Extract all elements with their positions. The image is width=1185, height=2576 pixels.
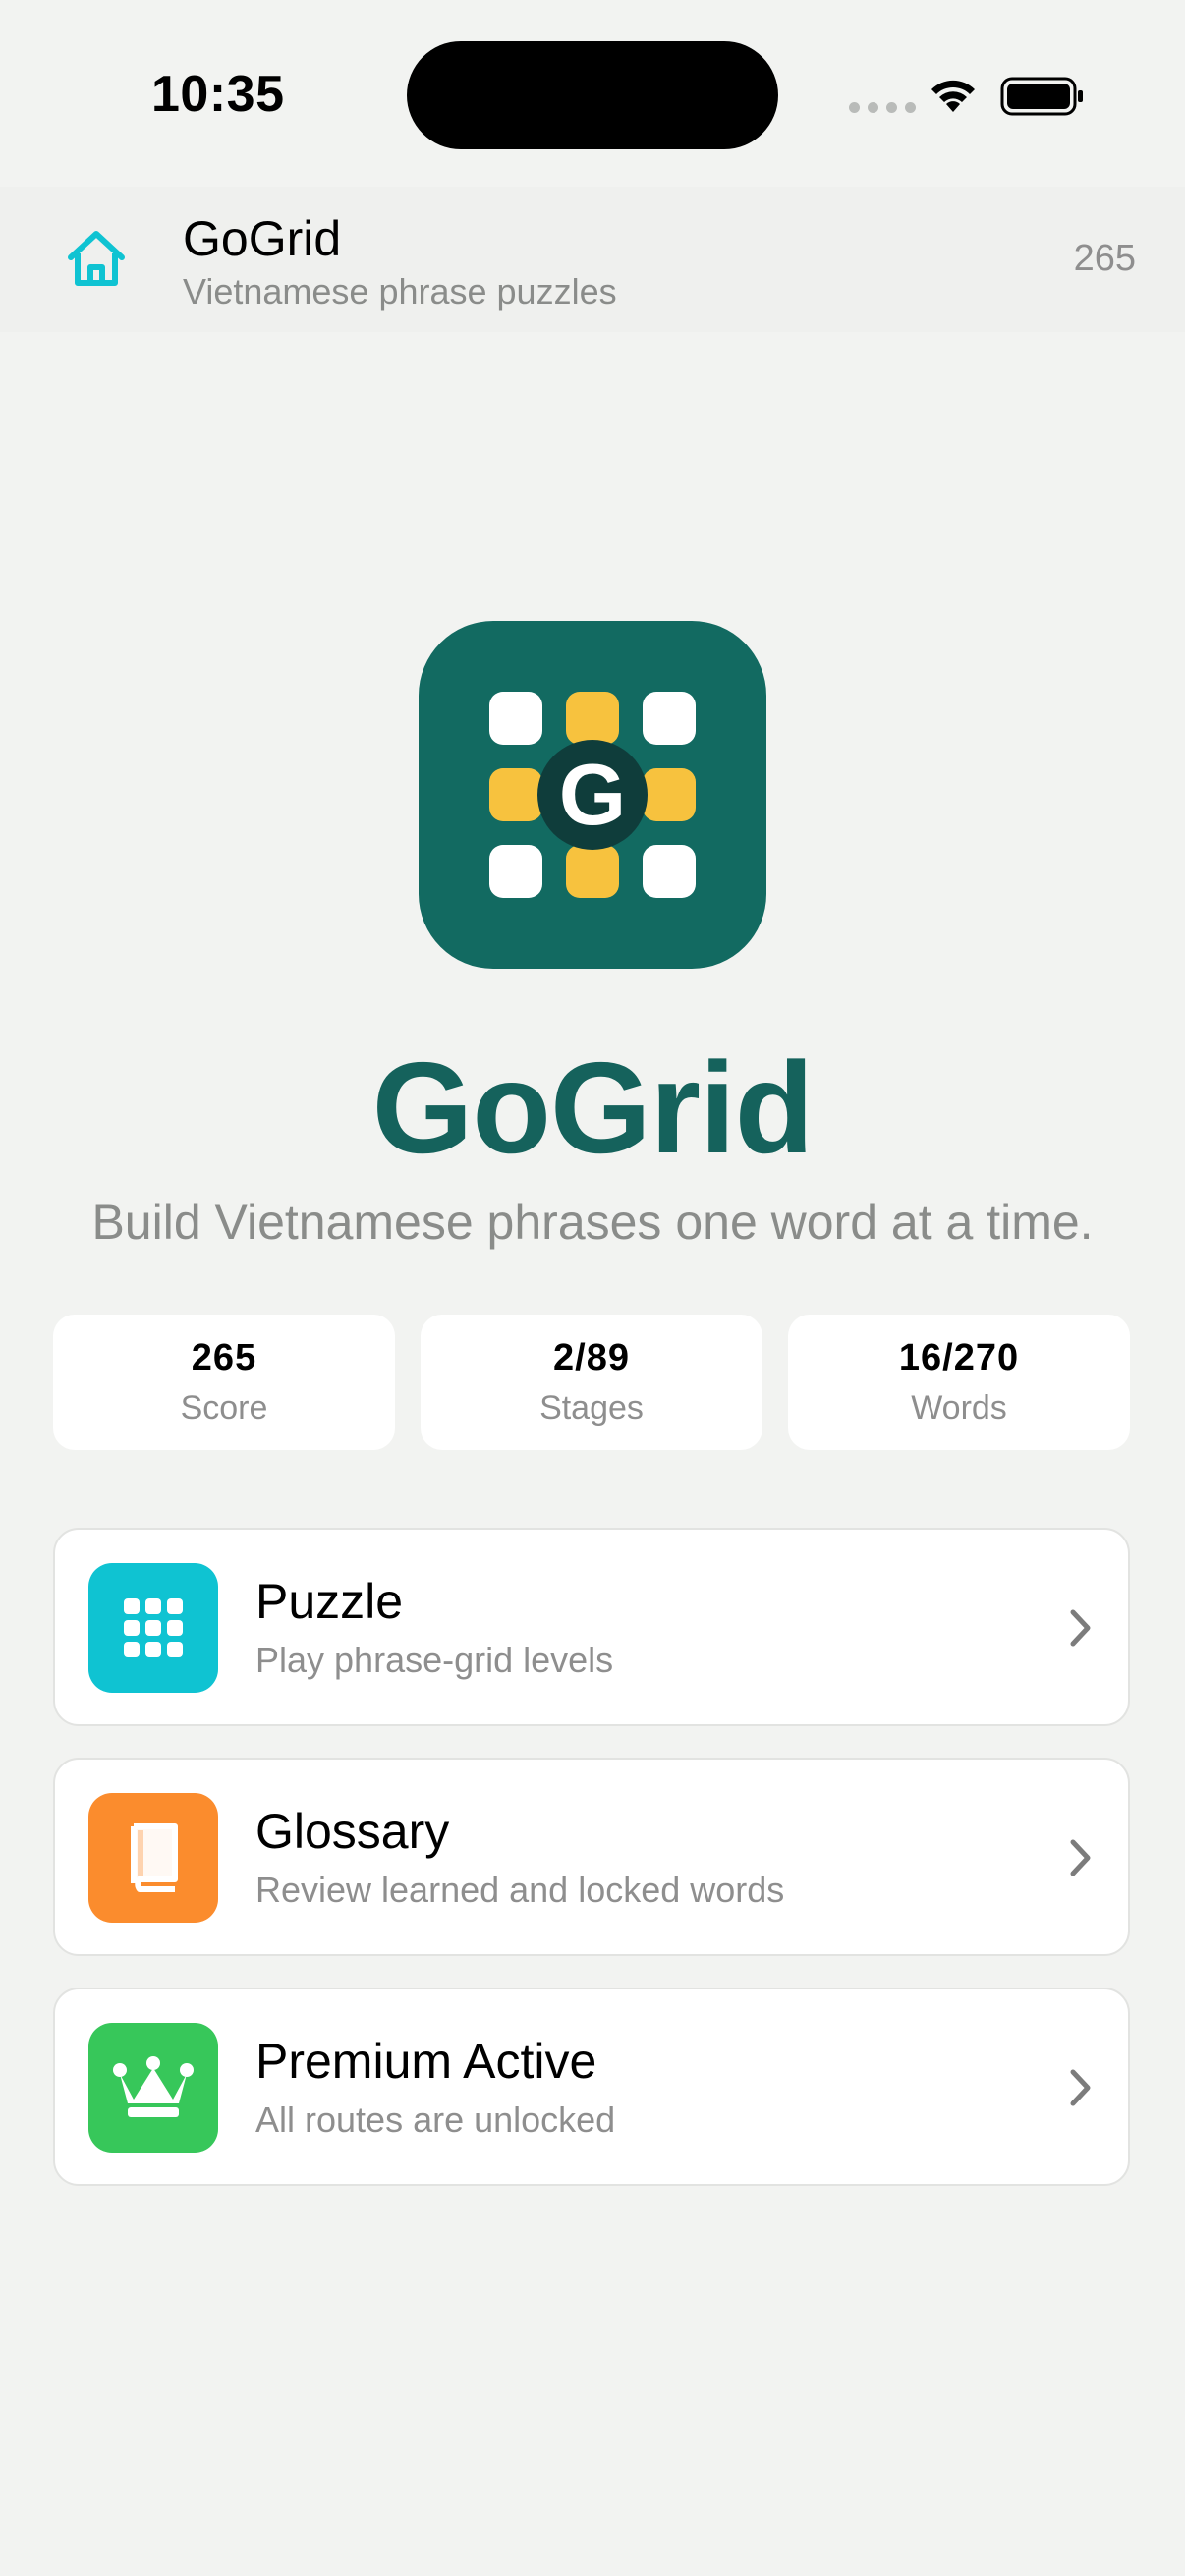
stats-row: 265 Score 2/89 Stages 16/270 Words [53,1315,1130,1450]
stat-label: Stages [539,1389,644,1427]
status-time: 10:35 [151,66,285,123]
menu-item-title: Glossary [255,1804,450,1859]
chevron-right-icon [1070,2069,1091,2106]
home-icon[interactable] [63,226,130,293]
grid-icon [88,1563,218,1693]
menu-item-premium[interactable]: Premium Active All routes are unlocked [53,1988,1130,2186]
stat-label: Words [911,1389,1007,1427]
crown-icon [88,2023,218,2153]
menu-item-glossary[interactable]: Glossary Review learned and locked words [53,1758,1130,1956]
app-logo: G [419,621,766,969]
header-score: 265 [1073,238,1136,279]
cellular-signal-icon [849,102,916,113]
menu-item-title: Puzzle [255,1574,404,1629]
stat-value: 2/89 [553,1337,630,1378]
stat-score: 265 Score [53,1315,395,1450]
battery-icon [1000,77,1083,116]
tagline: Build Vietnamese phrases one word at a t… [91,1195,1094,1250]
dynamic-island [407,41,778,149]
stat-value: 16/270 [898,1337,1020,1378]
menu-item-subtitle: Review learned and locked words [255,1870,785,1910]
wifi-icon [931,80,975,112]
brand-title: GoGrid [371,1036,815,1180]
book-icon [88,1793,218,1923]
chevron-right-icon [1070,1839,1091,1876]
menu-item-subtitle: Play phrase-grid levels [255,1640,614,1680]
stat-stages: 2/89 Stages [421,1315,762,1450]
stat-value: 265 [191,1337,257,1378]
logo-letter: G [558,746,627,843]
header-title: GoGrid [183,211,342,266]
header-subtitle: Vietnamese phrase puzzles [183,271,617,311]
menu-item-subtitle: All routes are unlocked [255,2100,616,2140]
chevron-right-icon [1070,1609,1091,1647]
stat-label: Score [180,1389,268,1427]
menu-item-puzzle[interactable]: Puzzle Play phrase-grid levels [53,1528,1130,1726]
menu-item-title: Premium Active [255,2034,597,2089]
stat-words: 16/270 Words [788,1315,1130,1450]
status-bar: 10:35 [0,0,1185,187]
